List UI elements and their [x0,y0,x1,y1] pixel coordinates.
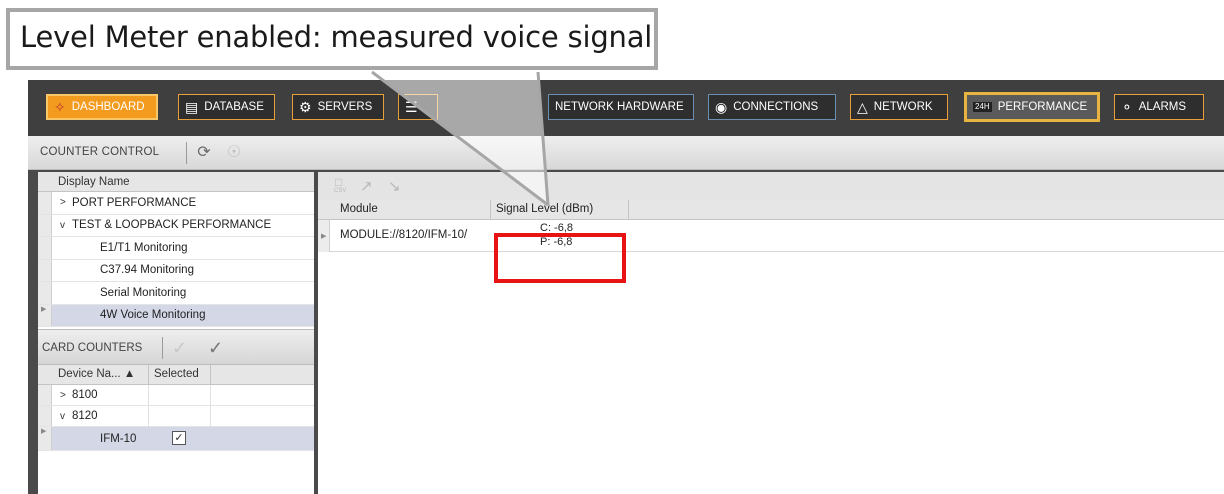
row-gutter [38,385,52,405]
gear-icon: ⚙ [299,99,312,115]
tree-item-label: E1/T1 Monitoring [100,241,188,254]
refresh-icon[interactable]: ⟳ [194,143,214,163]
column-divider [148,365,149,385]
left-panel: Display Name > PORT PERFORMANCE v TEST &… [38,172,314,494]
export-doc-icon[interactable]: □ [335,175,342,189]
nav-network-hardware-label: NETWORK HARDWARE [555,101,684,113]
tree-item-label: 4W Voice Monitoring [100,309,206,322]
row-gutter [38,282,52,304]
chevron-right-icon[interactable]: > [60,197,66,208]
nav-network-hardware-button[interactable]: NETWORK HARDWARE [548,94,694,120]
app-window: ✧ DASHBOARD ▤ DATABASE ⚙ SERVERS ☰ NETWO… [28,80,1224,494]
chart-icon[interactable]: ↘ [388,177,401,195]
add-check-icon[interactable]: ✓ [172,338,187,359]
card-grid-header: Device Na... ▲ Selected [38,365,314,385]
column-header-selected[interactable]: Selected [154,368,199,380]
device-name: 8100 [72,389,98,401]
tree-item-label: TEST & LOOPBACK PERFORMANCE [72,219,272,232]
nav-performance-button[interactable]: 24H PERFORMANCE [964,92,1100,122]
column-divider [210,365,211,385]
tree-item-label: C37.94 Monitoring [100,264,194,277]
nav-network-label: NETWORK [873,101,933,113]
nav-servers-label: SERVERS [317,101,373,113]
tree-item-label: Serial Monitoring [100,286,187,299]
list-icon: ☰ [405,99,418,115]
nav-alarms-button[interactable]: ⚬ ALARMS [1114,94,1204,120]
database-icon: ▤ [185,99,199,115]
nav-connections-button[interactable]: ◉ CONNECTIONS [708,94,836,120]
results-row[interactable]: ▶ MODULE://8120/IFM-10/ C: -6,8 P: -6,8 [318,220,1224,252]
chevron-down-icon[interactable]: v [60,220,65,231]
right-panel: CSV □ ↗ ↘ Module Signal Level (dBm) ▶ MO… [318,172,1224,494]
alarm-icon: ⚬ [1121,99,1133,115]
device-row-8100[interactable]: > 8100 [38,385,314,406]
column-divider [148,406,149,427]
nav-dashboard-label: DASHBOARD [71,101,145,113]
tree-item-test-loopback[interactable]: v TEST & LOOPBACK PERFORMANCE [38,214,314,237]
nav-network-button[interactable]: △ NETWORK [850,94,948,120]
toolbar-divider [162,337,163,359]
tree-item-serial[interactable]: Serial Monitoring [38,282,314,305]
chevron-right-icon[interactable]: > [60,390,66,401]
nav-dashboard-button[interactable]: ✧ DASHBOARD [46,94,158,120]
signal-level-highlight [494,233,626,283]
row-gutter [38,214,52,236]
nav-list-button[interactable]: ☰ [398,94,438,120]
row-gutter: ▶ [38,427,52,450]
tree-item-port-performance[interactable]: > PORT PERFORMANCE [38,192,314,215]
check-all-icon[interactable]: ✓ [208,338,223,359]
row-gutter: ▶ [318,220,330,252]
row-gutter [38,259,52,281]
column-header-device-name[interactable]: Device Na... ▲ [58,368,135,380]
column-divider [210,385,211,406]
nav-database-label: DATABASE [204,101,264,113]
row-gutter [38,237,52,259]
row-indicator-icon: ▶ [41,305,47,313]
device-name: IFM-10 [100,432,137,445]
row-gutter: ▶ [38,304,52,326]
row-gutter [38,406,52,426]
device-name: 8120 [72,410,98,422]
column-divider [148,385,149,406]
nav-connections-label: CONNECTIONS [733,101,819,113]
column-divider [490,200,491,220]
results-toolbar: CSV □ ↗ ↘ [318,172,1224,200]
module-path: MODULE://8120/IFM-10/ [340,229,468,241]
toolbar-divider [186,142,187,164]
main-navbar: ✧ DASHBOARD ▤ DATABASE ⚙ SERVERS ☰ NETWO… [28,80,1224,136]
tree-item-e1t1[interactable]: E1/T1 Monitoring [38,237,314,260]
tree-item-4w-voice[interactable]: ▶ 4W Voice Monitoring [38,304,314,327]
nav-database-button[interactable]: ▤ DATABASE [178,94,275,120]
device-row-ifm10[interactable]: ▶ IFM-10 ✓ [38,427,314,451]
nav-servers-button[interactable]: ⚙ SERVERS [292,94,384,120]
column-divider [628,200,629,220]
network-icon: △ [857,99,868,115]
nav-performance-label: PERFORMANCE [997,101,1088,113]
selected-checkbox[interactable]: ✓ [172,431,186,445]
card-counters-label: CARD COUNTERS [42,342,143,354]
dashboard-icon: ✧ [54,99,66,115]
row-indicator-icon: ▶ [321,233,327,240]
callout-text: Level Meter enabled: measured voice sign… [20,20,653,54]
counter-control-toolbar: COUNTER CONTROL ⟳ ☉ [28,136,1224,170]
column-header-module[interactable]: Module [340,203,378,215]
results-grid-header: Module Signal Level (dBm) [318,200,1224,220]
counter-control-label: COUNTER CONTROL [40,146,160,158]
column-divider [210,406,211,427]
auto-refresh-icon[interactable]: ☉ [224,143,244,163]
tree-item-label: PORT PERFORMANCE [72,196,197,209]
row-indicator-icon: ▶ [41,428,47,435]
tree-header: Display Name [38,172,314,192]
tree-item-c3794[interactable]: C37.94 Monitoring [38,259,314,282]
card-counters-toolbar: CARD COUNTERS ✓ ✓ [38,329,314,365]
add-chart-icon[interactable]: ↗ [360,177,373,195]
chevron-down-icon[interactable]: v [60,411,65,422]
connections-icon: ◉ [715,99,728,115]
performance-icon: 24H [973,102,992,112]
column-header-signal-level[interactable]: Signal Level (dBm) [496,203,593,215]
row-gutter [38,192,52,214]
nav-alarms-label: ALARMS [1138,101,1187,113]
device-row-8120[interactable]: v 8120 [38,406,314,427]
